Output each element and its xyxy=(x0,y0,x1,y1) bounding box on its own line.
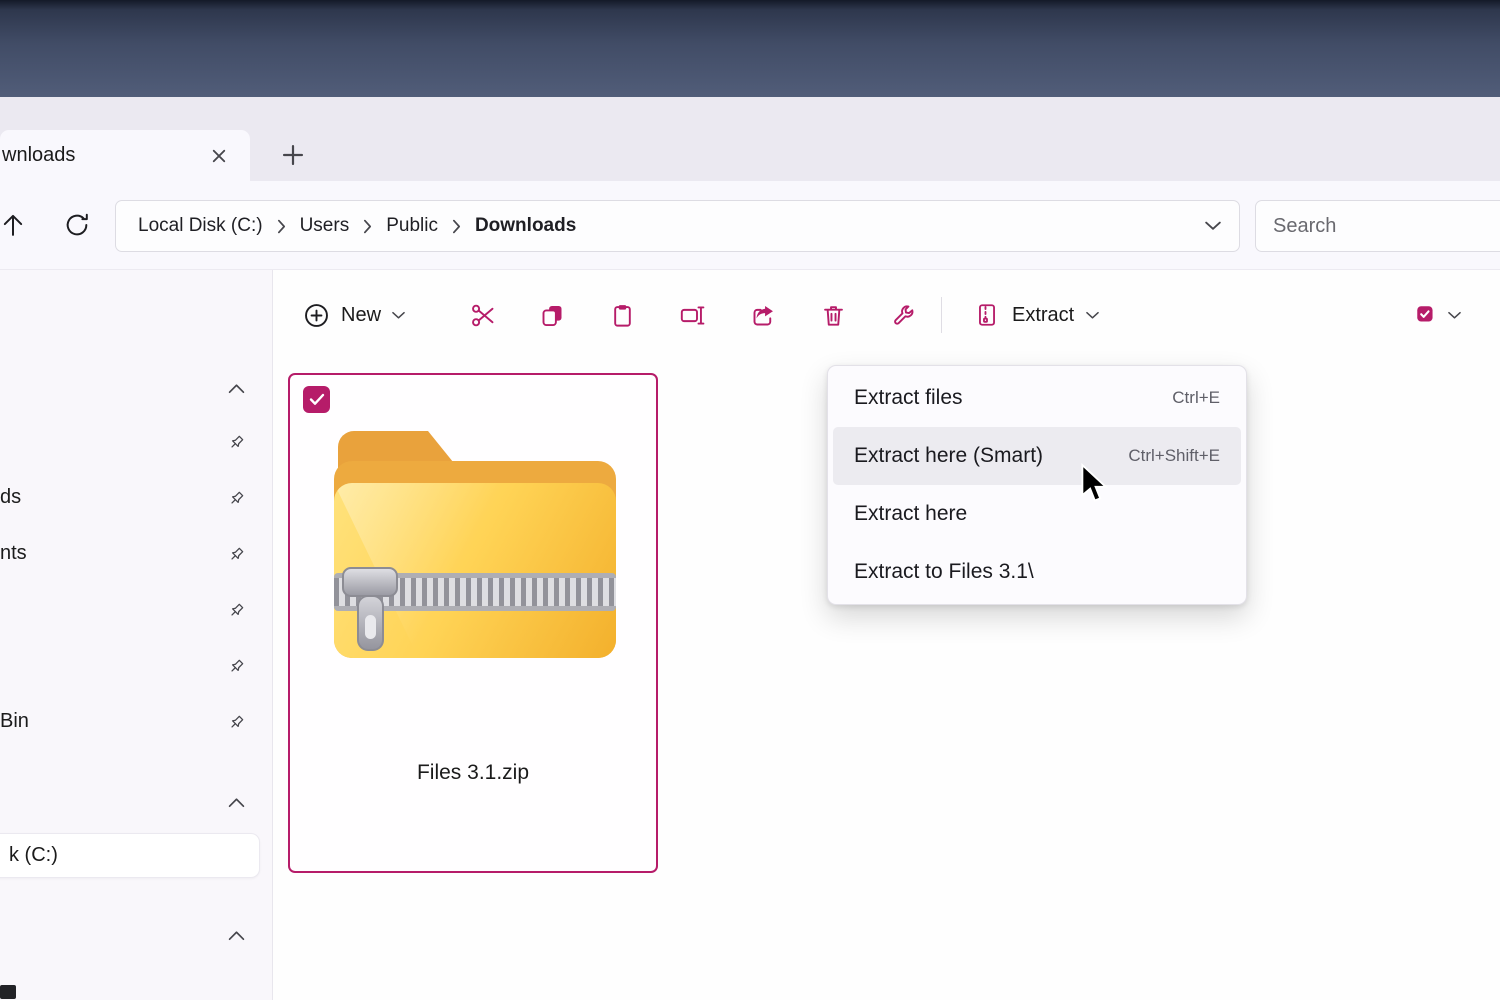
toolbar-divider xyxy=(941,297,942,333)
chevron-up-icon xyxy=(228,384,245,394)
search-box xyxy=(1255,200,1500,252)
chevron-down-icon xyxy=(1205,221,1221,231)
cut-button[interactable] xyxy=(459,291,507,339)
delete-button[interactable] xyxy=(809,291,857,339)
search-input[interactable] xyxy=(1256,215,1486,238)
new-button-label: New xyxy=(341,304,381,327)
titlebar-backdrop xyxy=(0,0,1500,97)
sidebar-pin-button[interactable] xyxy=(224,598,248,622)
files-app-window: wnloads Local Disk (C: xyxy=(0,0,1500,1000)
tools-button[interactable] xyxy=(879,291,927,339)
breadcrumb[interactable]: Local Disk (C:) Users Public Downloads xyxy=(115,200,1240,252)
pin-icon xyxy=(227,657,246,676)
sidebar-item-local-disk[interactable]: k (C:) xyxy=(0,833,260,878)
address-row: Local Disk (C:) Users Public Downloads xyxy=(0,181,1500,270)
tab-close-button[interactable] xyxy=(205,142,232,169)
navigate-up-button[interactable] xyxy=(0,206,32,244)
pin-icon xyxy=(227,601,246,620)
share-icon xyxy=(750,302,777,329)
sidebar-pin-button[interactable] xyxy=(224,486,248,510)
sidebar-pin-button[interactable] xyxy=(224,654,248,678)
tab-strip: wnloads xyxy=(0,97,1500,181)
breadcrumb-item-downloads[interactable]: Downloads xyxy=(475,215,576,237)
breadcrumb-item-users[interactable]: Users xyxy=(300,215,350,237)
sidebar: ds nts Bin xyxy=(0,270,273,1000)
archive-extract-icon xyxy=(974,302,1000,328)
sidebar-pin-button[interactable] xyxy=(224,710,248,734)
share-button[interactable] xyxy=(739,291,787,339)
new-tab-button[interactable] xyxy=(278,140,308,170)
pin-icon xyxy=(227,545,246,564)
sidebar-item-downloads[interactable]: ds xyxy=(0,486,21,509)
zip-folder-icon xyxy=(330,427,620,692)
address-dropdown-button[interactable] xyxy=(1205,221,1221,231)
paste-button[interactable] xyxy=(598,291,646,339)
new-button[interactable]: New xyxy=(291,291,417,339)
pin-icon xyxy=(227,713,246,732)
section-collapse-button[interactable] xyxy=(223,925,249,947)
paste-icon xyxy=(609,302,636,329)
menu-item-extract-here[interactable]: Extract here xyxy=(833,485,1241,543)
extract-button-label: Extract xyxy=(1012,304,1074,327)
pin-icon xyxy=(227,489,246,508)
selection-checkbox[interactable] xyxy=(303,386,330,413)
chevron-right-icon xyxy=(452,219,461,234)
section-collapse-button[interactable] xyxy=(223,378,249,400)
tab-downloads[interactable]: wnloads xyxy=(0,130,250,181)
sidebar-item-recycle-bin[interactable]: Bin xyxy=(0,710,29,733)
clipped-sidebar-item xyxy=(0,985,16,999)
menu-item-extract-files[interactable]: Extract files Ctrl+E xyxy=(833,369,1241,427)
chevron-right-icon xyxy=(277,219,286,234)
extract-menu: Extract files Ctrl+E Extract here (Smart… xyxy=(827,365,1247,605)
up-arrow-icon xyxy=(0,211,27,239)
shortcut-label: Ctrl+Shift+E xyxy=(1128,446,1220,466)
extract-button[interactable]: Extract xyxy=(960,291,1113,339)
close-icon xyxy=(212,149,226,163)
wrench-icon xyxy=(890,302,917,329)
refresh-icon xyxy=(63,211,91,239)
trash-icon xyxy=(820,302,847,329)
section-collapse-button[interactable] xyxy=(223,792,249,814)
copy-icon xyxy=(539,302,566,329)
copy-button[interactable] xyxy=(528,291,576,339)
rename-button[interactable] xyxy=(668,291,716,339)
shortcut-label: Ctrl+E xyxy=(1172,388,1220,408)
chevron-right-icon xyxy=(363,219,372,234)
sidebar-pin-button[interactable] xyxy=(224,542,248,566)
sidebar-item-documents[interactable]: nts xyxy=(0,542,27,565)
menu-item-extract-here-smart[interactable]: Extract here (Smart) Ctrl+Shift+E xyxy=(833,427,1241,485)
app-body: ds nts Bin xyxy=(0,270,1500,1000)
file-name: Files 3.1.zip xyxy=(290,761,656,785)
check-icon xyxy=(309,393,325,406)
plus-circle-icon xyxy=(303,302,330,329)
plus-icon xyxy=(282,144,304,166)
selection-options-button[interactable] xyxy=(1406,293,1469,337)
drive-label: k (C:) xyxy=(0,844,58,867)
file-item-zip[interactable]: Files 3.1.zip xyxy=(288,373,658,873)
chevron-down-icon xyxy=(1086,311,1099,320)
scissors-icon xyxy=(470,302,497,329)
tab-title: wnloads xyxy=(0,144,200,167)
pin-icon xyxy=(227,433,246,452)
chevron-down-icon xyxy=(392,311,405,320)
breadcrumb-item-drive[interactable]: Local Disk (C:) xyxy=(138,215,263,237)
sidebar-pin-button[interactable] xyxy=(224,430,248,454)
checkbox-checked-icon xyxy=(1414,303,1438,327)
command-bar: New xyxy=(273,283,1500,347)
refresh-button[interactable] xyxy=(58,206,96,244)
chevron-down-icon xyxy=(1448,311,1461,320)
rename-icon xyxy=(679,302,706,329)
chevron-up-icon xyxy=(228,931,245,941)
breadcrumb-item-public[interactable]: Public xyxy=(386,215,438,237)
menu-item-extract-to-folder[interactable]: Extract to Files 3.1\ xyxy=(833,543,1241,601)
chevron-up-icon xyxy=(228,798,245,808)
